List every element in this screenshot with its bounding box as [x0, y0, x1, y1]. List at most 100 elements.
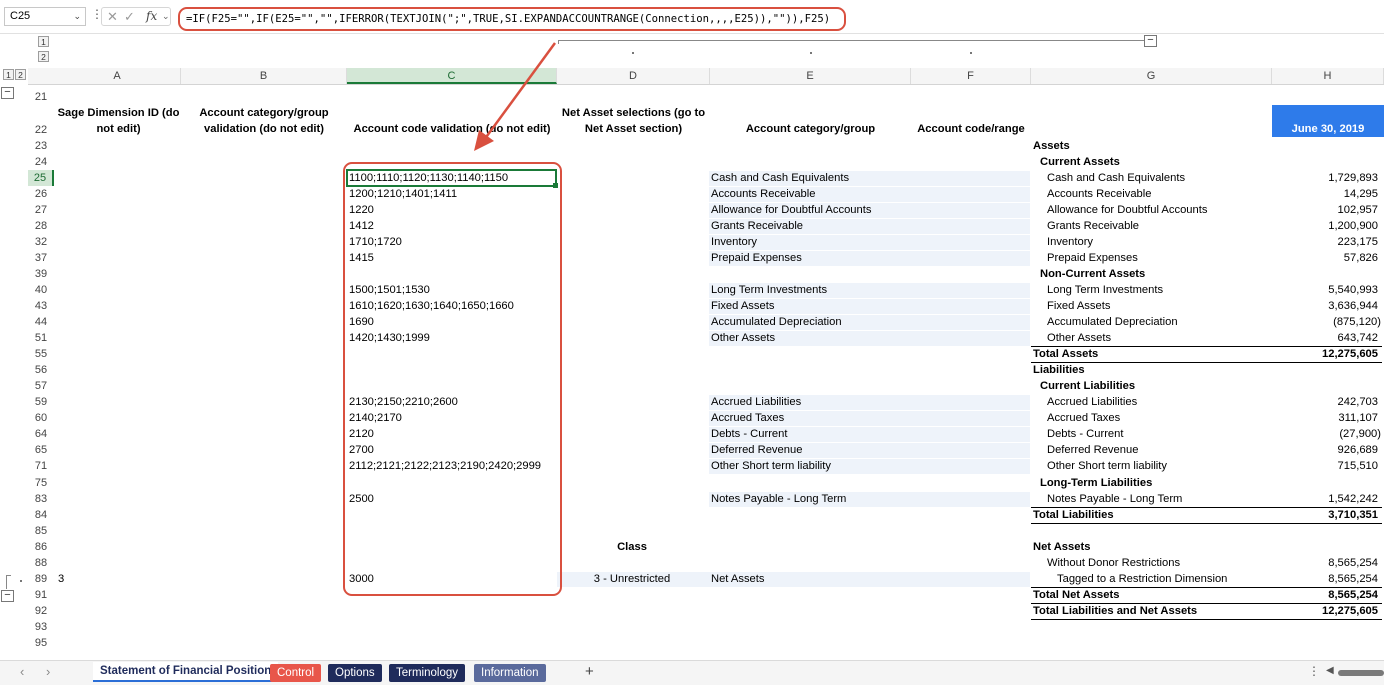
column-header-a[interactable]: A	[54, 68, 181, 84]
cell-e71[interactable]: Other Short term liability	[711, 458, 831, 474]
row-header[interactable]: 21	[28, 89, 54, 105]
row-header[interactable]: 83	[28, 491, 54, 507]
formula-input[interactable]: =IF(F25="",IF(E25="","",IFERROR(TEXTJOIN…	[178, 7, 846, 31]
statement-label: Allowance for Doubtful Accounts	[1047, 204, 1208, 216]
tab-statement-of-financial-position[interactable]: Statement of Financial Position	[93, 662, 279, 682]
cell-a89[interactable]: 3	[58, 571, 64, 587]
row-header[interactable]: 23	[28, 138, 54, 154]
row-header[interactable]: 26	[28, 186, 54, 202]
row-header[interactable]: 44	[28, 314, 54, 330]
collapse-group-button[interactable]: −	[1144, 35, 1157, 47]
long-term-liabilities-heading: Long-Term Liabilities	[1040, 477, 1153, 489]
column-header-h[interactable]: H	[1272, 68, 1384, 84]
row-header[interactable]: 25	[28, 170, 54, 186]
tab-options[interactable]: Options	[328, 664, 382, 682]
cell-d89[interactable]: 3 - Unrestricted	[557, 571, 707, 587]
row-header[interactable]: 37	[28, 250, 54, 266]
row-header[interactable]: 75	[28, 475, 54, 491]
row-header[interactable]: 28	[28, 218, 54, 234]
cell-e43[interactable]: Fixed Assets	[711, 298, 774, 314]
confirm-icon[interactable]: ✓	[124, 9, 135, 25]
chevron-down-icon[interactable]: ⌄	[73, 8, 81, 25]
column-header-d[interactable]: D	[557, 68, 710, 84]
tab-terminology[interactable]: Terminology	[389, 664, 465, 682]
row-header[interactable]: 71	[28, 458, 54, 474]
cell-e37[interactable]: Prepaid Expenses	[711, 250, 802, 266]
cell-e44[interactable]: Accumulated Depreciation	[711, 314, 842, 330]
statement-value: 5,540,993	[1328, 284, 1378, 296]
statement-value: (27,900)	[1339, 428, 1381, 440]
cell-e89[interactable]: Net Assets	[711, 571, 764, 587]
row-header[interactable]: 32	[28, 234, 54, 250]
cell-e28[interactable]: Grants Receivable	[711, 218, 803, 234]
header-category-validation: Account category/group validation (do no…	[199, 107, 329, 135]
column-header-g[interactable]: G	[1031, 68, 1272, 84]
row-outline-level-1-button[interactable]: 1	[3, 69, 14, 80]
row-outline-level-2-button[interactable]: 2	[15, 69, 26, 80]
tab-information[interactable]: Information	[474, 664, 546, 682]
row-header[interactable]: 39	[28, 266, 54, 282]
row-header[interactable]: 51	[28, 330, 54, 346]
column-header-b[interactable]: B	[181, 68, 347, 84]
chevron-down-icon[interactable]: ⌄	[162, 11, 170, 22]
row-header[interactable]: 60	[28, 410, 54, 426]
horizontal-scrollbar-thumb[interactable]	[1338, 670, 1384, 676]
row-header[interactable]: 92	[28, 603, 54, 619]
row-header[interactable]: 95	[28, 635, 54, 651]
row-header[interactable]: 85	[28, 523, 54, 539]
row-header[interactable]: 86	[28, 539, 54, 555]
outline-level-1-button[interactable]: 1	[38, 36, 49, 47]
cell-e65[interactable]: Deferred Revenue	[711, 442, 802, 458]
row-header[interactable]: 88	[28, 555, 54, 571]
row-header[interactable]: 27	[28, 202, 54, 218]
cell-e64[interactable]: Debts - Current	[711, 426, 787, 442]
scroll-left-icon[interactable]: ◀	[1326, 665, 1334, 676]
cell-e32[interactable]: Inventory	[711, 234, 757, 250]
total-liab-net-label: Total Liabilities and Net Assets	[1033, 605, 1198, 617]
column-header-e[interactable]: E	[710, 68, 911, 84]
row-header[interactable]: 57	[28, 378, 54, 394]
cell-e59[interactable]: Accrued Liabilities	[711, 394, 801, 410]
row-header[interactable]: 89	[28, 571, 54, 587]
statement-value: (875,120)	[1333, 316, 1381, 328]
cell-e27[interactable]: Allowance for Doubtful Accounts	[711, 202, 871, 218]
collapse-row-group-button[interactable]: −	[1, 87, 14, 99]
scroll-right-icon[interactable]: ›	[46, 664, 50, 679]
statement-value: 1,200,900	[1328, 220, 1378, 232]
row-header[interactable]: 91	[28, 587, 54, 603]
statement-label: Cash and Cash Equivalents	[1047, 172, 1186, 184]
cell-e25[interactable]: Cash and Cash Equivalents	[711, 170, 849, 186]
more-options-icon[interactable]: ⋮	[1308, 664, 1320, 678]
insert-function-button[interactable]: fx	[146, 9, 157, 23]
row-header[interactable]: 43	[28, 298, 54, 314]
cell-e51[interactable]: Other Assets	[711, 330, 775, 346]
column-header-f[interactable]: F	[911, 68, 1031, 84]
scroll-left-icon[interactable]: ‹	[20, 664, 24, 679]
add-sheet-button[interactable]: +	[585, 663, 594, 680]
tab-control[interactable]: Control	[270, 664, 322, 682]
collapse-row-group-button[interactable]: −	[1, 590, 14, 602]
total-liabilities-label: Total Liabilities	[1033, 509, 1114, 521]
cell-e83[interactable]: Notes Payable - Long Term	[711, 491, 846, 507]
row-header[interactable]: 93	[28, 619, 54, 635]
row-header[interactable]: 59	[28, 394, 54, 410]
name-box[interactable]: C25 ⌄	[4, 7, 86, 26]
cell-e40[interactable]: Long Term Investments	[711, 282, 827, 298]
row-header[interactable]: 84	[28, 507, 54, 523]
row-header[interactable]: 64	[28, 426, 54, 442]
row-header[interactable]: 22	[28, 106, 54, 138]
row-header[interactable]: 40	[28, 282, 54, 298]
statement-label: Other Assets	[1047, 332, 1112, 344]
row-header[interactable]: 55	[28, 346, 54, 362]
cell-e26[interactable]: Accounts Receivable	[711, 186, 815, 202]
formula-buttons: ✕ ✓ fx ⌄	[101, 7, 171, 26]
row-header[interactable]: 24	[28, 154, 54, 170]
cell-e60[interactable]: Accrued Taxes	[711, 410, 784, 426]
name-box-value: C25	[10, 10, 31, 22]
statement-value: 3,636,944	[1328, 300, 1378, 312]
cancel-icon[interactable]: ✕	[107, 9, 118, 25]
statement-value: 643,742	[1337, 332, 1378, 344]
row-header[interactable]: 56	[28, 362, 54, 378]
outline-level-2-button[interactable]: 2	[38, 51, 49, 62]
row-header[interactable]: 65	[28, 442, 54, 458]
